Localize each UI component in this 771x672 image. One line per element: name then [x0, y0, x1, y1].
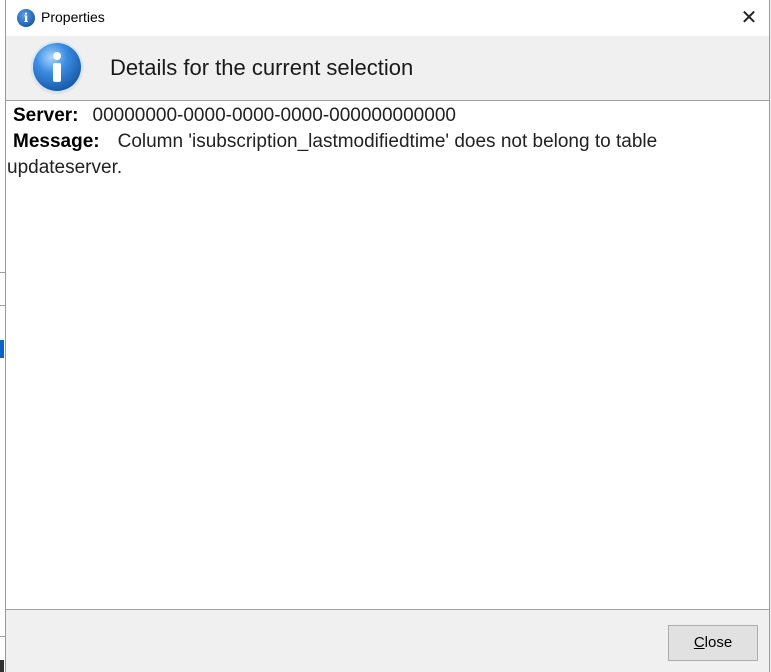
background-selection-marker	[0, 340, 4, 358]
message-row: Message: Column 'isubscription_lastmodifi…	[7, 129, 763, 181]
header-title: Details for the current selection	[110, 55, 414, 80]
background-element	[0, 660, 4, 672]
info-icon-stem	[53, 63, 61, 82]
dialog-footer: Close	[6, 610, 769, 672]
close-button-mnemonic: C	[693, 634, 705, 651]
server-row: Server: 00000000-0000-0000-0000-000000000…	[7, 103, 763, 129]
properties-window: i Properties ✕ Details for the current s…	[0, 0, 771, 672]
close-button[interactable]: Close	[668, 625, 758, 661]
dialog-frame: i Properties ✕ Details for the current s…	[5, 0, 770, 672]
server-label: Server:	[13, 105, 79, 126]
message-label: Message:	[13, 131, 100, 152]
close-icon[interactable]: ✕	[735, 4, 763, 32]
message-value: Column 'isubscription_lastmodifiedtime' …	[7, 131, 658, 178]
info-icon: i	[17, 9, 35, 27]
dialog-header: Details for the current selection	[6, 36, 769, 100]
info-icon-dot	[53, 52, 61, 60]
close-button-label: lose	[704, 634, 733, 651]
details-panel[interactable]: Server: 00000000-0000-0000-0000-000000000…	[6, 100, 769, 610]
window-title: Properties	[41, 9, 105, 25]
info-large-icon	[33, 43, 81, 91]
server-value: 00000000-0000-0000-0000-000000000000	[92, 105, 456, 126]
title-bar[interactable]: i Properties ✕	[6, 0, 769, 36]
